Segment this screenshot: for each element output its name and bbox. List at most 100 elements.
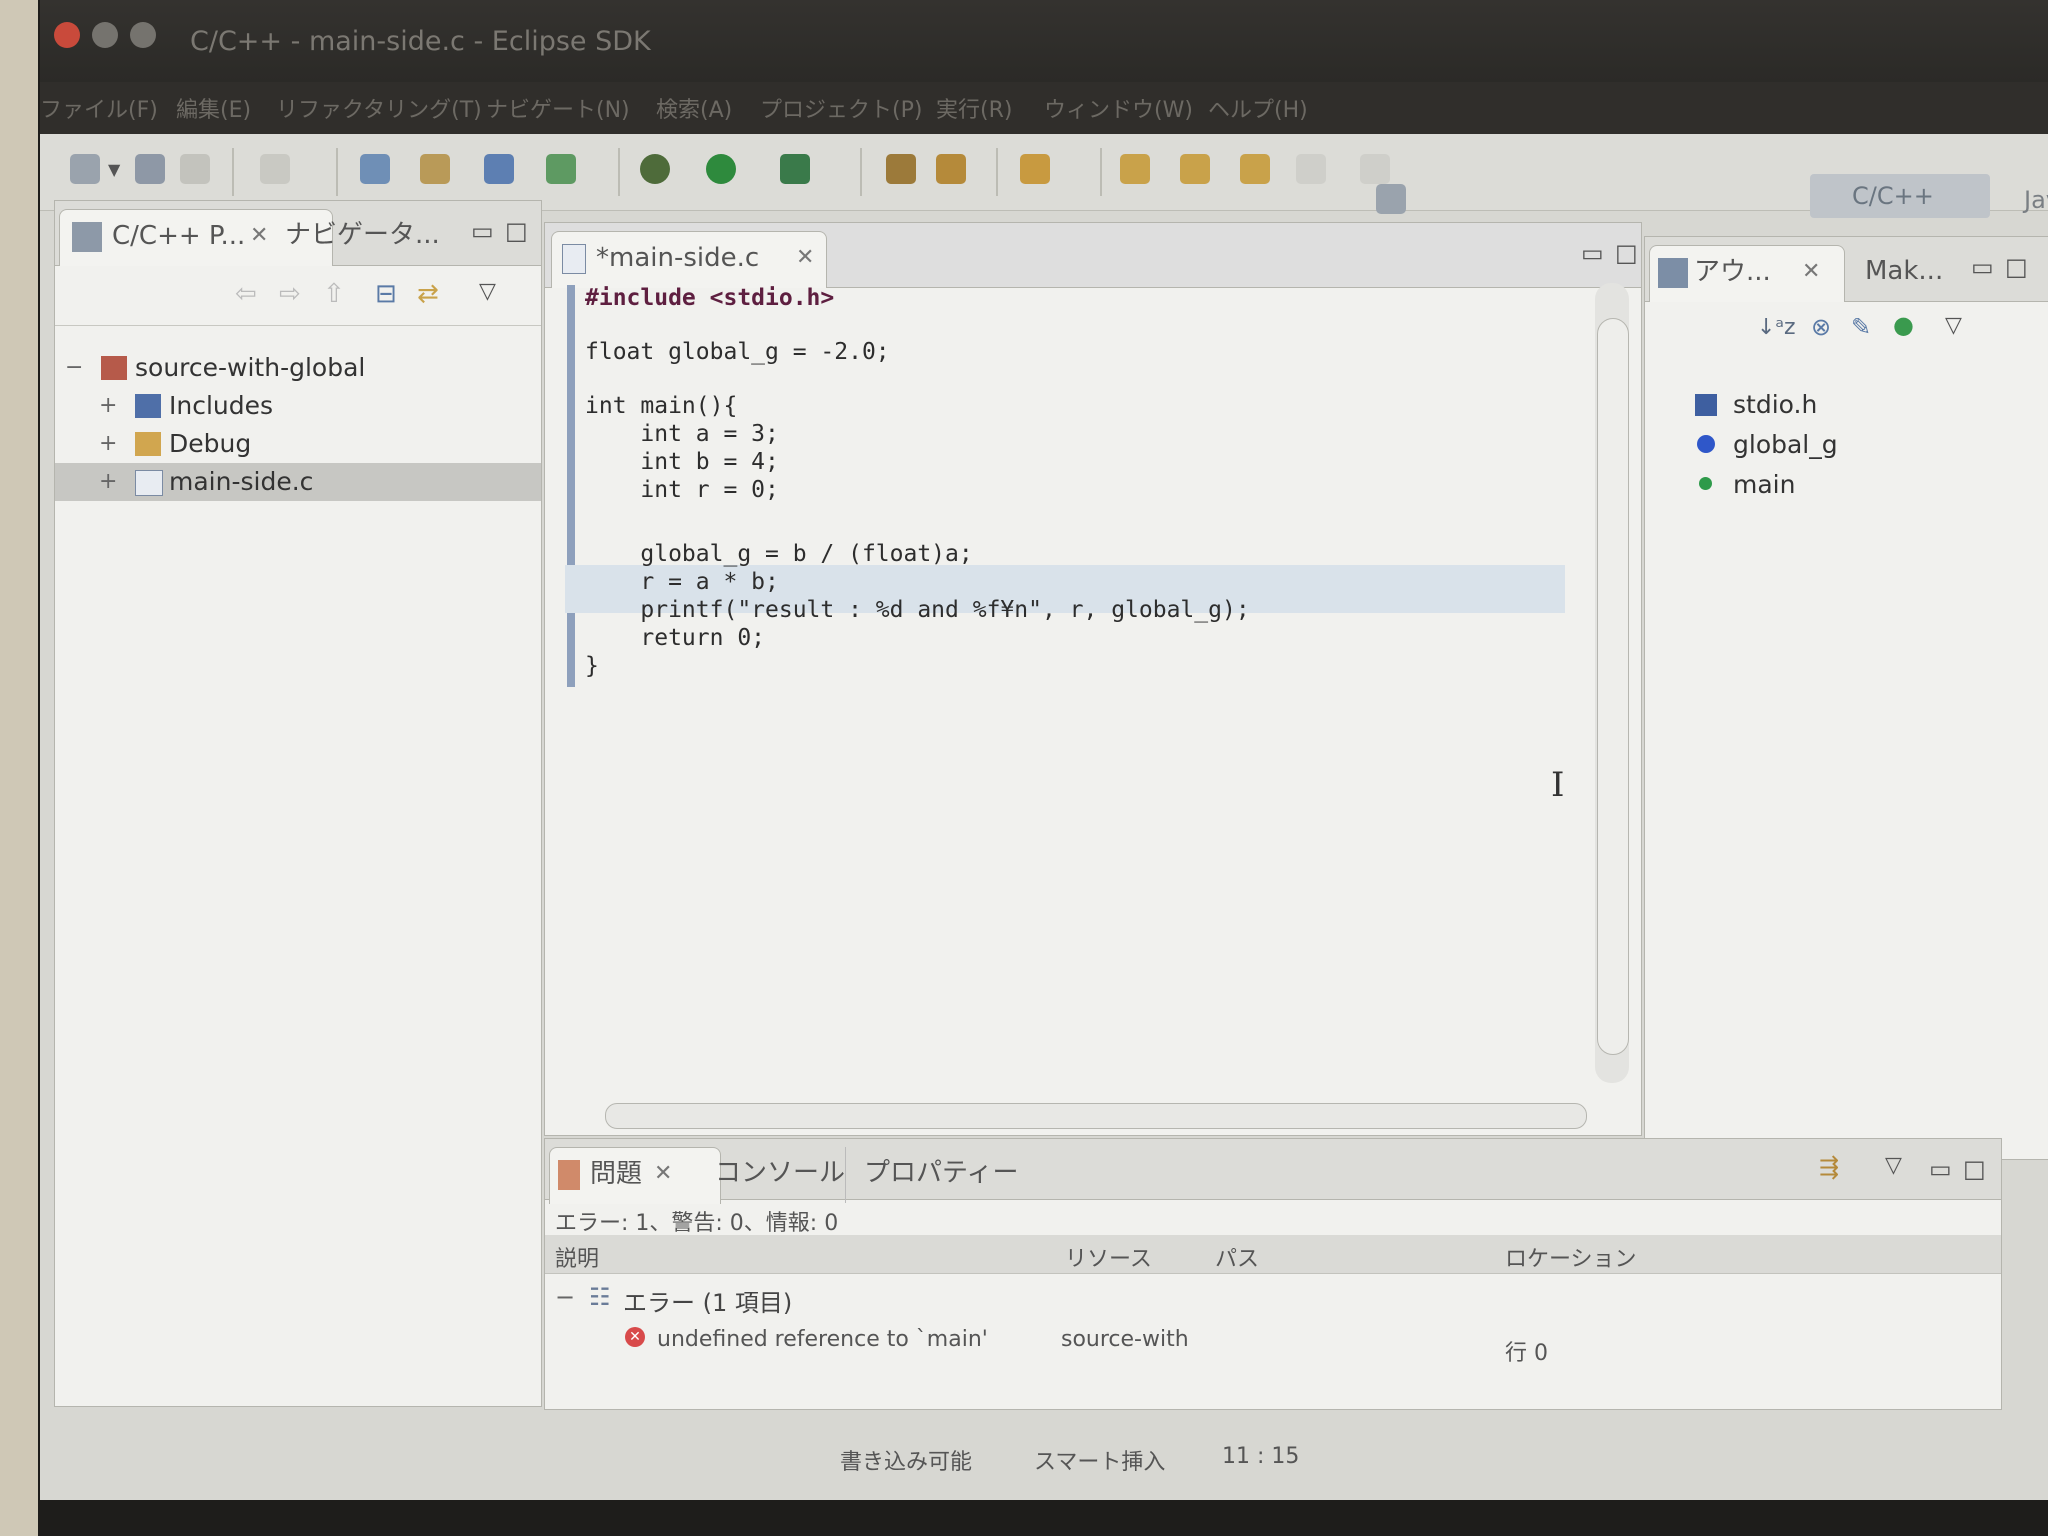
perspective-cpp-button[interactable]: C/C++ — [1810, 174, 1990, 218]
tab-navigator[interactable]: ナビゲータ... — [255, 209, 445, 265]
save-icon[interactable] — [135, 154, 165, 184]
code-line-11[interactable]: r = a * b; — [585, 569, 779, 595]
outline-label: main — [1733, 470, 1796, 499]
maximize-icon[interactable]: □ — [2005, 253, 2028, 281]
tree-item-debug[interactable]: + Debug — [55, 425, 541, 463]
menu-search[interactable]: 検索(A) — [656, 92, 732, 124]
expand-toggle[interactable]: + — [99, 425, 117, 463]
code-line-10[interactable]: global_g = b / (float)a; — [585, 541, 972, 567]
tab-main-side-c[interactable]: *main-side.c ✕ — [551, 231, 827, 288]
hide-fields-icon[interactable]: ⊗ — [1811, 313, 1831, 341]
close-icon[interactable]: ✕ — [654, 1148, 672, 1200]
column-description[interactable]: 説明 — [555, 1241, 599, 1273]
menu-edit[interactable]: 編集(E) — [176, 92, 251, 124]
code-line-5[interactable]: int main(){ — [585, 393, 737, 419]
tree-item-main-side-c[interactable]: + main-side.c — [55, 463, 541, 501]
maximize-icon[interactable]: □ — [1615, 239, 1638, 267]
outline-item-stdio[interactable]: stdio.h — [1645, 387, 2048, 423]
column-location[interactable]: ロケーション — [1505, 1241, 1637, 1273]
horizontal-scrollbar[interactable] — [605, 1103, 1587, 1129]
link-editor-icon[interactable]: ⇄ — [417, 279, 439, 309]
collapse-all-icon[interactable]: ⊟ — [375, 279, 397, 309]
problems-group-errors[interactable]: − ☷ エラー (1 項目) — [545, 1277, 2001, 1317]
new-source-icon[interactable] — [484, 154, 514, 184]
window-maximize-button[interactable] — [130, 22, 156, 48]
print-icon[interactable] — [180, 154, 210, 184]
run-icon[interactable] — [706, 154, 736, 184]
new-icon[interactable] — [70, 154, 100, 184]
perspective-java-button[interactable]: Java — [2024, 186, 2048, 214]
window-close-button[interactable] — [54, 22, 80, 48]
code-line-6[interactable]: int a = 3; — [585, 421, 779, 447]
minimize-icon[interactable]: ▭ — [1971, 253, 1994, 281]
build-icon[interactable] — [260, 154, 290, 184]
prev-annotation-icon[interactable] — [1180, 154, 1210, 184]
code-line-8[interactable]: int r = 0; — [585, 477, 779, 503]
problems-tabs: 問題 ✕ コンソール プロパティー ⇶ ▽ ▭ □ — [545, 1139, 2001, 1204]
code-line-1[interactable]: #include <stdio.h> — [585, 285, 834, 311]
menu-run[interactable]: 実行(R) — [936, 92, 1012, 124]
code-line-13[interactable]: return 0; — [585, 625, 765, 651]
hide-static-icon[interactable]: ✎ — [1851, 313, 1871, 341]
column-resource[interactable]: リソース — [1065, 1241, 1152, 1273]
code-line-14[interactable]: } — [585, 653, 599, 679]
tab-properties[interactable]: プロパティー — [845, 1147, 1024, 1203]
tab-make-targets[interactable]: Mak... — [1845, 245, 1965, 301]
back-icon[interactable]: ⇦ — [235, 279, 257, 309]
external-tools-icon[interactable] — [780, 154, 810, 184]
menu-project[interactable]: プロジェクト(P) — [760, 92, 922, 124]
maximize-icon[interactable]: □ — [1963, 1155, 1986, 1183]
maximize-icon[interactable]: □ — [505, 217, 528, 245]
open-type-icon[interactable] — [886, 154, 916, 184]
chevron-down-icon[interactable]: ▼ — [108, 160, 120, 179]
column-path[interactable]: パス — [1215, 1241, 1259, 1273]
menu-file[interactable]: ファイル(F) — [40, 92, 158, 124]
open-folder-icon[interactable] — [1020, 154, 1050, 184]
code-line-3[interactable]: float global_g = -2.0; — [585, 339, 890, 365]
forward-icon[interactable]: ⇨ — [279, 279, 301, 309]
code-line-12[interactable]: printf("result : %d and %f¥n", r, global… — [585, 597, 1249, 623]
close-icon[interactable]: ✕ — [1802, 246, 1820, 298]
collapse-toggle[interactable]: − — [65, 349, 83, 387]
expand-toggle[interactable]: + — [99, 463, 117, 501]
debug-icon[interactable] — [640, 154, 670, 184]
view-menu-icon[interactable]: ▽ — [1945, 313, 1962, 338]
expand-toggle[interactable]: + — [99, 387, 117, 425]
menu-window[interactable]: ウィンドウ(W) — [1044, 92, 1193, 124]
minimize-icon[interactable]: ▭ — [1581, 239, 1604, 267]
view-menu-icon[interactable]: ▽ — [1885, 1153, 1902, 1178]
search-icon[interactable] — [936, 154, 966, 184]
new-project-icon[interactable] — [360, 154, 390, 184]
menu-refactor[interactable]: リファクタリング(T) — [276, 92, 482, 124]
tree-item-includes[interactable]: + Includes — [55, 387, 541, 425]
filter-icon[interactable]: ⇶ — [1819, 1153, 1839, 1181]
problem-row[interactable]: ✕ undefined reference to `main' source-w… — [545, 1319, 2001, 1366]
tab-console[interactable]: コンソール — [695, 1147, 865, 1203]
new-class-icon[interactable] — [546, 154, 576, 184]
view-menu-icon[interactable]: ▽ — [479, 279, 496, 304]
close-icon[interactable]: ✕ — [796, 232, 814, 284]
outline-item-global-g[interactable]: global_g — [1645, 427, 2048, 463]
tab-outline[interactable]: アウ... ✕ — [1649, 245, 1845, 302]
new-folder-icon[interactable] — [420, 154, 450, 184]
hide-nonpublic-icon[interactable]: ● — [1893, 311, 1914, 339]
include-icon — [1695, 394, 1717, 416]
forward-icon[interactable] — [1360, 154, 1390, 184]
minimize-icon[interactable]: ▭ — [471, 217, 494, 245]
open-perspective-icon[interactable] — [1376, 184, 1406, 214]
code-line-7[interactable]: int b = 4; — [585, 449, 779, 475]
window-minimize-button[interactable] — [92, 22, 118, 48]
collapse-toggle[interactable]: − — [555, 1283, 575, 1311]
menu-help[interactable]: ヘルプ(H) — [1208, 92, 1308, 124]
next-annotation-icon[interactable] — [1120, 154, 1150, 184]
outline-item-main[interactable]: main — [1645, 467, 2048, 503]
back-icon[interactable] — [1296, 154, 1326, 184]
tree-item-project[interactable]: − source-with-global — [55, 349, 541, 387]
perspective-cpp-label: C/C++ — [1852, 182, 1934, 210]
up-icon[interactable]: ⇧ — [323, 279, 345, 309]
menu-navigate[interactable]: ナビゲート(N) — [486, 92, 630, 124]
minimize-icon[interactable]: ▭ — [1929, 1155, 1952, 1183]
vertical-scrollbar[interactable] — [1597, 318, 1629, 1055]
last-edit-icon[interactable] — [1240, 154, 1270, 184]
sort-icon[interactable]: ↓ᵃz — [1757, 315, 1796, 340]
